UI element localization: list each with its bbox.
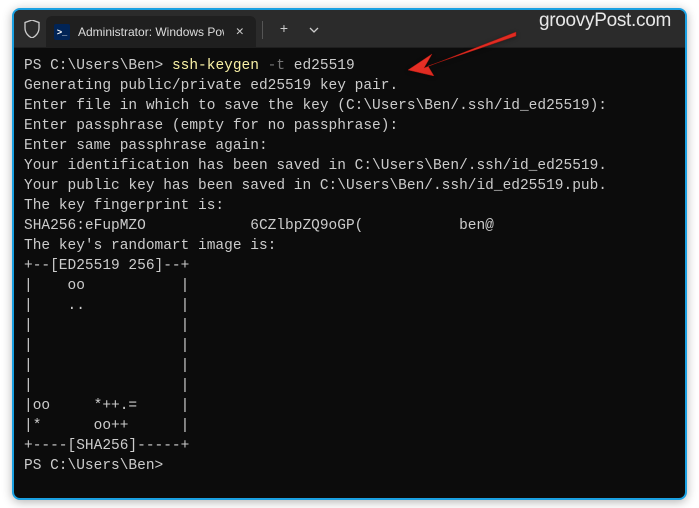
- terminal-window: >_ Administrator: Windows Powe ✕ + groov…: [12, 8, 687, 500]
- prompt-line: PS C:\Users\Ben> ssh-keygen -t ed25519: [24, 58, 355, 74]
- output-line: Enter same passphrase again:: [24, 138, 268, 154]
- command: ssh-keygen: [172, 58, 268, 74]
- randomart-line: |* oo++ |: [24, 418, 189, 434]
- shield-icon: [24, 20, 40, 38]
- output-line: Generating public/private ed25519 key pa…: [24, 78, 398, 94]
- new-tab-button[interactable]: +: [269, 16, 299, 44]
- randomart-line: | oo |: [24, 278, 189, 294]
- flag: -t: [268, 58, 285, 74]
- active-tab[interactable]: >_ Administrator: Windows Powe ✕: [46, 16, 256, 48]
- prompt-prefix: PS C:\Users\Ben>: [24, 58, 172, 74]
- terminal-output[interactable]: PS C:\Users\Ben> ssh-keygen -t ed25519 G…: [14, 48, 685, 484]
- output-line: The key's randomart image is:: [24, 238, 276, 254]
- output-line: SHA256:eFupMZO 6CZlbpZQ9oGP( ben@: [24, 218, 494, 234]
- annotation-arrow: [408, 30, 518, 81]
- randomart-line: | |: [24, 318, 189, 334]
- randomart-line: | |: [24, 378, 189, 394]
- randomart-line: +----[SHA256]-----+: [24, 438, 189, 454]
- close-tab-button[interactable]: ✕: [232, 23, 248, 41]
- title-bar: >_ Administrator: Windows Powe ✕ + groov…: [14, 10, 685, 48]
- prompt-line: PS C:\Users\Ben>: [24, 458, 163, 474]
- randomart-line: | .. |: [24, 298, 189, 314]
- watermark: groovyPost.com: [539, 10, 671, 32]
- tab-title: Administrator: Windows Powe: [78, 25, 224, 39]
- tab-divider: [262, 21, 263, 39]
- randomart-line: | |: [24, 338, 189, 354]
- arg: ed25519: [285, 58, 355, 74]
- output-line: Your public key has been saved in C:\Use…: [24, 178, 607, 194]
- output-line: Your identification has been saved in C:…: [24, 158, 607, 174]
- output-line: Enter file in which to save the key (C:\…: [24, 98, 607, 114]
- powershell-icon: >_: [54, 24, 70, 40]
- randomart-line: |oo *++.= |: [24, 398, 189, 414]
- randomart-line: | |: [24, 358, 189, 374]
- randomart-line: +--[ED25519 256]--+: [24, 258, 189, 274]
- output-line: The key fingerprint is:: [24, 198, 224, 214]
- tab-dropdown-button[interactable]: [299, 16, 329, 44]
- output-line: Enter passphrase (empty for no passphras…: [24, 118, 398, 134]
- tab-actions: +: [269, 16, 329, 44]
